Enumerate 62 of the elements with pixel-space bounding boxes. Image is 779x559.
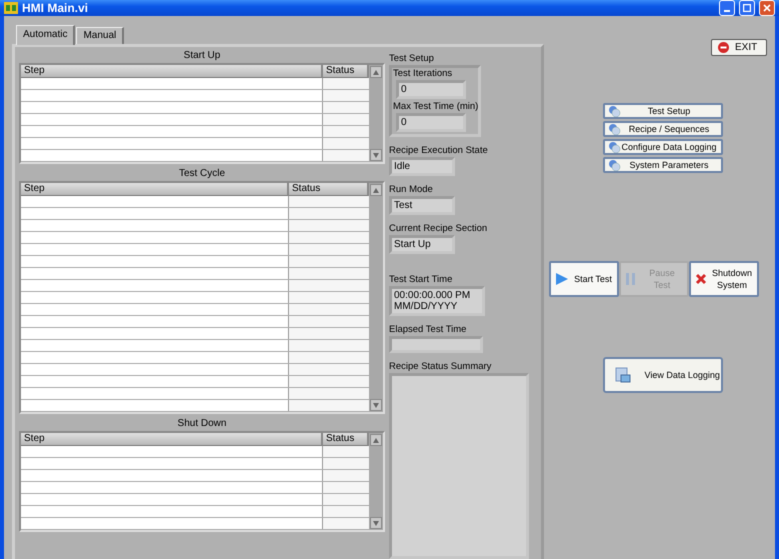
table-title: Shut Down [176, 417, 228, 431]
numeric-field[interactable]: 0 [396, 80, 466, 99]
app-icon [4, 2, 18, 14]
group-label: Test Setup [389, 53, 435, 65]
close-icon [695, 273, 707, 285]
maximize-button[interactable] [739, 0, 755, 16]
down-arrow-icon [373, 520, 379, 526]
column-header[interactable]: Step [21, 433, 323, 446]
down-arrow-icon [373, 152, 379, 158]
column-header[interactable]: Step [21, 183, 289, 196]
indicator-label: Recipe Execution State [389, 145, 489, 157]
maximize-icon [743, 4, 751, 12]
action-button[interactable]: Shutdown System [689, 261, 759, 297]
column-header[interactable]: Status [323, 65, 369, 78]
up-arrow-icon [373, 188, 379, 192]
up-arrow-icon [373, 70, 379, 74]
chat-bubble-icon [608, 142, 620, 152]
column-header[interactable]: Status [289, 183, 369, 196]
action-button[interactable]: Start Test [549, 261, 619, 297]
close-icon [763, 4, 771, 12]
indicator-field: Idle [389, 157, 455, 176]
indicator-field: Test [389, 196, 455, 215]
close-button[interactable] [759, 0, 775, 16]
field-label: Test Iterations [393, 68, 454, 80]
chat-bubble-icon [608, 160, 620, 170]
indicator-field: 00:00:00.000 PM MM/DD/YYYY [389, 286, 485, 316]
indicator-label: Test Start Time [389, 274, 454, 286]
pause-icon [625, 272, 637, 286]
tab[interactable]: Manual [76, 27, 124, 44]
menu-button[interactable]: Recipe / Sequences [602, 121, 722, 137]
indicator-label: Recipe Status Summary [389, 361, 492, 373]
menu-button[interactable]: System Parameters [602, 157, 722, 173]
down-arrow-icon [373, 402, 379, 408]
minimize-button[interactable] [719, 0, 735, 16]
menu-button[interactable]: Configure Data Logging [602, 139, 722, 155]
column-header[interactable]: Status [323, 433, 369, 446]
table-title: Test Cycle [178, 167, 226, 181]
document-icon [614, 367, 630, 383]
field-label: Max Test Time (min) [393, 101, 477, 113]
view-logging-button[interactable]: View Data Logging [602, 357, 722, 393]
scroll-up-button[interactable] [370, 66, 382, 78]
indicator-label: Current Recipe Section [389, 223, 488, 235]
menu-button[interactable]: Test Setup [602, 103, 722, 119]
chat-bubble-icon [608, 106, 620, 116]
table-title: Start Up [182, 49, 222, 63]
stop-icon [718, 42, 729, 53]
play-icon [555, 272, 569, 286]
scroll-down-button[interactable] [370, 149, 382, 161]
chat-bubble-icon [608, 124, 620, 134]
up-arrow-icon [373, 438, 379, 442]
tab[interactable]: Automatic [16, 25, 76, 45]
exit-button[interactable]: EXIT [711, 39, 767, 56]
scroll-up-button[interactable] [370, 184, 382, 196]
indicator-label: Run Mode [389, 184, 434, 196]
scroll-down-button[interactable] [370, 517, 382, 529]
indicator-label: Elapsed Test Time [389, 324, 468, 336]
indicator-field: Start Up [389, 235, 455, 254]
window-title: HMI Main.vi [22, 1, 90, 15]
column-header[interactable]: Step [21, 65, 323, 78]
scroll-down-button[interactable] [370, 399, 382, 411]
scroll-up-button[interactable] [370, 434, 382, 446]
numeric-field[interactable]: 0 [396, 113, 466, 132]
